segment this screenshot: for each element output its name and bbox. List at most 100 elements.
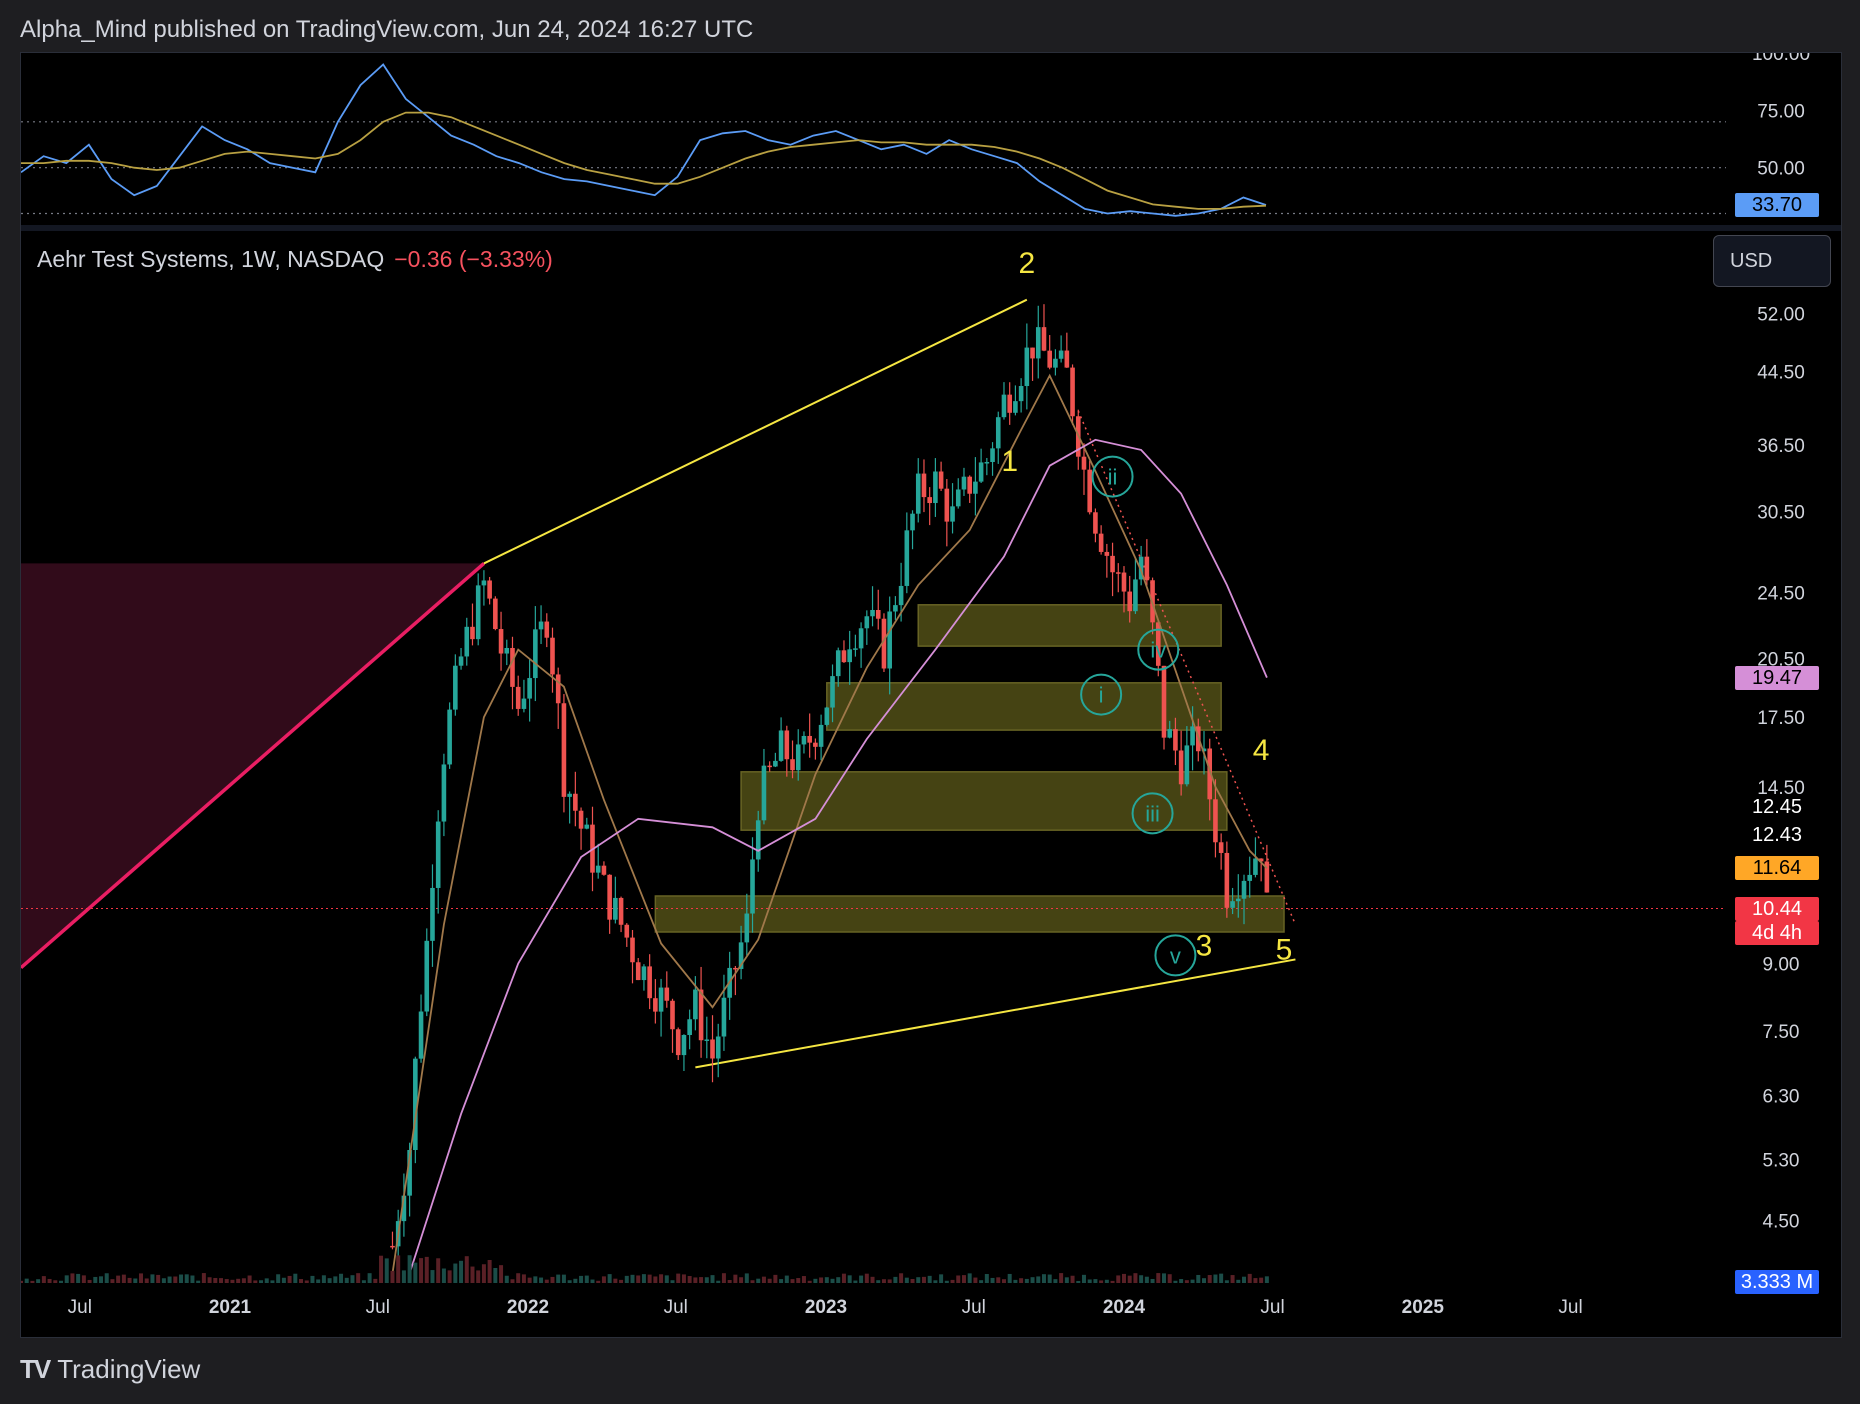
volume-bar (59, 1280, 64, 1283)
volume-bar (710, 1275, 715, 1283)
volume-bar (1150, 1278, 1155, 1283)
candle-body (1247, 874, 1253, 881)
time-tick-label: Jul (366, 1297, 390, 1318)
volume-bar (579, 1275, 584, 1283)
upper-trendline (483, 298, 1028, 565)
volume-bar (647, 1274, 652, 1283)
candle-body (453, 665, 458, 710)
volume-bar (899, 1273, 904, 1283)
volume-bar (464, 1256, 469, 1283)
candle-body (910, 513, 915, 531)
volume-bar (30, 1280, 35, 1283)
volume-bar (1207, 1275, 1212, 1283)
volume-bar (430, 1270, 435, 1283)
volume-bar (567, 1280, 572, 1283)
footer: TV TradingView (20, 1354, 200, 1385)
tradingview-logo-icon[interactable]: TV (20, 1354, 51, 1385)
candle-body (487, 580, 492, 599)
volume-bar (21, 1280, 23, 1283)
candle-body (904, 530, 910, 586)
candle-body (1035, 327, 1041, 359)
volume-bar (573, 1278, 578, 1283)
volume-bar (933, 1280, 938, 1283)
candle-body (470, 626, 475, 640)
price-tick-label: 4.50 (1763, 1211, 1800, 1232)
candle-body (527, 678, 532, 699)
demand-zone-3 (654, 895, 1285, 933)
lower-trendline (695, 958, 1296, 1069)
volume-bar (1156, 1273, 1161, 1283)
volume-bar (424, 1256, 429, 1283)
candle-body (664, 987, 670, 1001)
candle-body (1230, 901, 1235, 908)
brand-name[interactable]: TradingView (57, 1354, 200, 1385)
volume-bar (161, 1278, 166, 1283)
volume-bar (767, 1278, 772, 1283)
volume-bar (327, 1278, 332, 1283)
currency-button[interactable]: USD (1713, 235, 1831, 287)
candle-body (1024, 347, 1030, 387)
volume-bar (801, 1276, 806, 1283)
candle-body (710, 1039, 715, 1059)
time-tick-label: 2023 (805, 1297, 847, 1318)
subwave-label-iii: iii (1145, 801, 1160, 826)
wave-label-3: 3 (1196, 929, 1213, 962)
volume-bar (447, 1270, 452, 1283)
rsi-value-label: 33.70 (1735, 193, 1819, 218)
candle-body (550, 637, 555, 675)
volume-bar (1013, 1279, 1018, 1283)
volume-bar (390, 1270, 395, 1283)
candle-body (984, 462, 990, 464)
volume-bar (813, 1278, 818, 1283)
time-tick-label: Jul (1558, 1297, 1582, 1318)
high-label-label: 12.45 (1751, 795, 1803, 818)
candle-body (624, 924, 630, 938)
candle-body (944, 488, 950, 522)
volume-bar (716, 1280, 721, 1283)
candle-body (870, 609, 875, 617)
volume-bar (956, 1275, 961, 1283)
volume-bar (1213, 1274, 1218, 1283)
price-tick-label: 52.00 (1757, 305, 1805, 326)
price-tick-label: 36.50 (1757, 436, 1805, 457)
candle-body (510, 647, 515, 687)
candle-body (790, 759, 795, 771)
ma-fast-value-label: 11.64 (1735, 856, 1819, 881)
volume-bar (739, 1277, 744, 1283)
volume-bar (470, 1266, 475, 1283)
candle-body (818, 724, 824, 747)
candle-body (675, 1029, 681, 1056)
volume-bar (1030, 1277, 1035, 1283)
volume-bar (196, 1280, 201, 1283)
volume-bar (350, 1275, 355, 1283)
volume-bar (144, 1278, 149, 1283)
volume-bar (150, 1274, 155, 1283)
candle-body (978, 462, 984, 482)
volume-bar (1059, 1273, 1064, 1283)
volume-bar (1259, 1277, 1264, 1283)
candle-body (481, 580, 487, 586)
candle-body (761, 765, 767, 821)
candle-body (613, 897, 618, 920)
candle-body (1093, 512, 1098, 534)
chart-frame[interactable]: 100.00 75.00 50.00 52.00 44.50 36.50 30.50 24.5… (20, 52, 1842, 1338)
volume-bar (693, 1277, 698, 1283)
volume-bar (533, 1276, 538, 1283)
price-tick-label: 30.50 (1757, 502, 1805, 523)
volume-bar (641, 1274, 646, 1283)
volume-bar (624, 1275, 629, 1283)
candle-body (1081, 456, 1087, 470)
volume-bar (990, 1277, 995, 1283)
volume-bar (984, 1274, 989, 1283)
volume-bar (893, 1276, 898, 1283)
volume-bar (276, 1274, 281, 1283)
candle-body (773, 760, 778, 767)
volume-bar (1019, 1278, 1024, 1283)
volume-bar (299, 1279, 304, 1283)
volume-bar (1161, 1273, 1166, 1283)
volume-bar (1064, 1277, 1069, 1283)
volume-bar (127, 1277, 132, 1283)
volume-bar (619, 1279, 624, 1283)
volume-bar (807, 1280, 812, 1283)
candle-body (733, 967, 738, 970)
